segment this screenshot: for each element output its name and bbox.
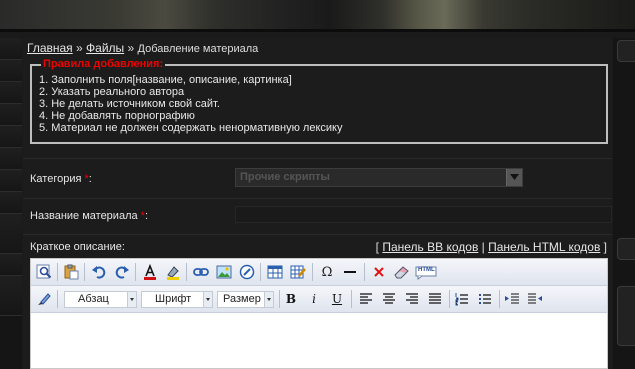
breadcrumb-separator: »: [124, 41, 138, 55]
horizontal-rule-icon[interactable]: [342, 264, 358, 280]
editor-content-area[interactable]: [31, 314, 607, 368]
font-family-value: Шрифт: [155, 293, 192, 305]
undo-icon[interactable]: [91, 264, 107, 280]
html-panel-link[interactable]: Панель HTML кодов: [488, 240, 600, 254]
align-right-icon[interactable]: [404, 291, 420, 307]
chevron-down-icon: [127, 292, 136, 307]
left-sidebar-item[interactable]: [0, 192, 22, 214]
rules-item: 4. Не добавлять порнографию: [39, 110, 195, 122]
rules-item: 3. Не делать источником свой сайт.: [39, 98, 220, 110]
breadcrumb-files-link[interactable]: Файлы: [86, 41, 124, 55]
right-sidebar-block: [617, 238, 635, 260]
link-icon[interactable]: [193, 264, 209, 280]
image-icon[interactable]: [216, 264, 232, 280]
style-brush-icon[interactable]: [36, 291, 52, 307]
bold-button[interactable]: B: [283, 291, 299, 307]
paste-icon[interactable]: [63, 264, 79, 280]
bracket-close: ]: [600, 240, 607, 254]
right-sidebar-block: [617, 40, 635, 62]
html-source-label: HTML: [418, 267, 435, 273]
name-label-suffix: :: [144, 210, 148, 222]
flash-icon[interactable]: [239, 264, 255, 280]
links-separator: |: [478, 240, 489, 254]
name-label: Название материала *:: [30, 210, 148, 222]
editor-toolbar-top: Ω HTML: [31, 259, 607, 286]
category-label-suffix: :: [88, 173, 92, 185]
left-sidebar-item[interactable]: [0, 60, 22, 82]
align-center-icon[interactable]: [381, 291, 397, 307]
highlight-icon[interactable]: [165, 264, 181, 280]
font-family-select[interactable]: Шрифт: [141, 291, 213, 308]
bb-panel-link[interactable]: Панель BB кодов: [382, 240, 478, 254]
rules-item: 1. Заполнить поля[название, описание, ка…: [39, 74, 292, 86]
left-sidebar-item[interactable]: [0, 276, 22, 316]
material-name-input[interactable]: [235, 206, 612, 223]
remove-format-icon[interactable]: [371, 264, 387, 280]
breadcrumb-separator: »: [72, 41, 87, 55]
left-sidebar-item[interactable]: [0, 214, 22, 254]
divider: [23, 234, 612, 235]
html-source-icon[interactable]: HTML: [415, 264, 437, 280]
text-color-icon[interactable]: [142, 264, 158, 280]
font-size-value: Размер: [223, 293, 261, 305]
category-label: Категория *:: [30, 173, 92, 185]
chevron-down-icon: [203, 292, 212, 307]
left-sidebar: [0, 38, 22, 369]
right-sidebar-block: [617, 286, 635, 346]
breadcrumb: Главная » Файлы » Добавление материала: [27, 41, 258, 55]
special-char-icon[interactable]: Ω: [319, 264, 335, 280]
paragraph-format-value: Абзац: [78, 293, 109, 305]
rules-title: Правила добавления:: [41, 58, 166, 70]
rules-list: 1. Заполнить поля[название, описание, ка…: [39, 74, 600, 134]
rules-item: 5. Материал не должен содержать ненормат…: [39, 122, 343, 134]
category-select[interactable]: Прочие скрипты: [235, 168, 523, 187]
preview-icon[interactable]: [36, 264, 52, 280]
category-label-text: Категория: [30, 173, 85, 185]
right-sidebar: [613, 38, 635, 369]
breadcrumb-home-link[interactable]: Главная: [27, 41, 73, 55]
table-icon[interactable]: [267, 264, 283, 280]
left-sidebar-item[interactable]: [0, 104, 22, 126]
left-sidebar-item[interactable]: [0, 170, 22, 192]
editor-toolbar-bottom: Абзац Шрифт Размер B i U: [31, 286, 607, 313]
align-justify-icon[interactable]: [427, 291, 443, 307]
editor-panel-links: [ Панель BB кодов | Панель HTML кодов ]: [376, 240, 607, 254]
chevron-down-icon[interactable]: [506, 169, 522, 186]
wysiwyg-editor: Ω HTML Абзац Шрифт Размер B i U: [30, 258, 608, 369]
underline-button[interactable]: U: [329, 291, 345, 307]
indent-icon[interactable]: [504, 291, 520, 307]
left-sidebar-item[interactable]: [0, 38, 22, 60]
left-sidebar-item[interactable]: [0, 148, 22, 170]
rules-item: 2. Указать реального автора: [39, 86, 185, 98]
eraser-icon[interactable]: [393, 264, 409, 280]
left-sidebar-item[interactable]: [0, 254, 22, 276]
italic-button[interactable]: i: [306, 291, 322, 307]
rules-box: Правила добавления: 1. Заполнить поля[на…: [30, 58, 608, 144]
table-edit-icon[interactable]: [290, 264, 306, 280]
category-select-value: Прочие скрипты: [240, 171, 330, 183]
left-sidebar-item[interactable]: [0, 126, 22, 148]
redo-icon[interactable]: [114, 264, 130, 280]
name-label-text: Название материала: [30, 210, 141, 222]
short-description-label: Краткое описание:: [30, 241, 125, 253]
breadcrumb-current: Добавление материала: [137, 43, 259, 55]
left-sidebar-item[interactable]: [0, 82, 22, 104]
header-banner: [0, 0, 635, 32]
numbered-list-icon[interactable]: [454, 291, 470, 307]
chevron-down-icon: [264, 292, 273, 307]
bullet-list-icon[interactable]: [477, 291, 493, 307]
main-content: Главная » Файлы » Добавление материала П…: [23, 38, 612, 369]
align-left-icon[interactable]: [358, 291, 374, 307]
outdent-icon[interactable]: [527, 291, 543, 307]
paragraph-format-select[interactable]: Абзац: [64, 291, 137, 308]
font-size-select[interactable]: Размер: [217, 291, 274, 308]
